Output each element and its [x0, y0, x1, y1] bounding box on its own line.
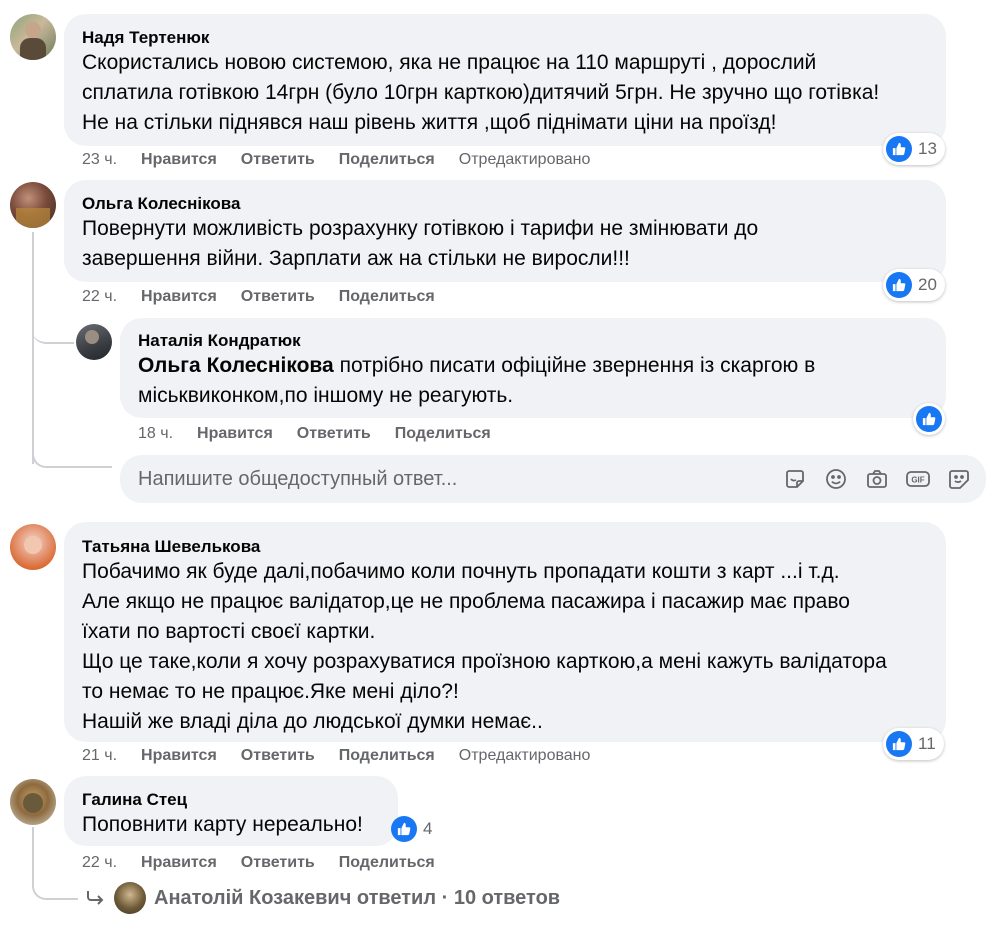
- comment-text: Скористались новою системою, яка не прац…: [82, 51, 880, 134]
- comment-text: Поповнити карту нереально!: [82, 813, 363, 836]
- reply-input-placeholder: Напишите общедоступный ответ...: [138, 468, 458, 490]
- edited-label[interactable]: Отредактировано: [459, 747, 591, 765]
- comment-text: Побачимо як буде далі,побачимо коли почн…: [82, 560, 887, 733]
- like-icon: [916, 406, 942, 432]
- avatar[interactable]: [10, 182, 56, 228]
- reaction-count-text: 11: [918, 734, 936, 753]
- reaction-count-text: 13: [918, 139, 937, 158]
- avatar[interactable]: [76, 324, 112, 360]
- reply-button[interactable]: Ответить: [241, 151, 315, 169]
- comment-author[interactable]: Надя Тертенюк: [82, 28, 209, 48]
- comment-actions: 18 ч. Нравится Ответить Поделиться: [138, 425, 515, 443]
- thread-connector: [32, 860, 78, 900]
- comment-actions: 23 ч. Нравится Ответить Поделиться Отред…: [82, 151, 614, 169]
- share-button[interactable]: Поделиться: [339, 151, 435, 169]
- reply-button[interactable]: Ответить: [241, 288, 315, 306]
- camera-icon[interactable]: [863, 465, 891, 493]
- mention-link[interactable]: Ольга Колеснікова: [138, 354, 334, 377]
- comment-time[interactable]: 21 ч.: [82, 747, 117, 765]
- comment-time[interactable]: 18 ч.: [138, 425, 173, 443]
- thread-line: [32, 232, 34, 464]
- like-button[interactable]: Нравится: [141, 854, 217, 872]
- reply-arrow-icon: [82, 886, 108, 910]
- comment-author[interactable]: Татьяна Шевелькова: [82, 537, 260, 557]
- share-button[interactable]: Поделиться: [339, 288, 435, 306]
- like-button[interactable]: Нравится: [141, 151, 217, 169]
- like-icon: [391, 816, 417, 842]
- comment-author[interactable]: Ольга Колеснікова: [82, 194, 240, 214]
- reaction-count[interactable]: 20: [883, 269, 945, 301]
- avatar-sticker-icon[interactable]: [945, 465, 973, 493]
- avatar[interactable]: [10, 524, 56, 570]
- share-button[interactable]: Поделиться: [395, 425, 491, 443]
- like-button[interactable]: Нравится: [141, 747, 217, 765]
- view-replies-link[interactable]: Анатолій Козакевич ответил · 10 ответов: [82, 882, 560, 914]
- svg-text:GIF: GIF: [911, 476, 924, 485]
- gif-icon[interactable]: GIF: [904, 465, 932, 493]
- share-button[interactable]: Поделиться: [339, 854, 435, 872]
- reaction-count[interactable]: 13: [883, 133, 945, 165]
- comment-actions: 21 ч. Нравится Ответить Поделиться Отред…: [82, 747, 614, 765]
- edited-label[interactable]: Отредактировано: [459, 151, 591, 169]
- like-icon: [886, 272, 912, 298]
- reaction-count[interactable]: [913, 403, 945, 435]
- like-icon: [886, 136, 912, 162]
- comment-time[interactable]: 22 ч.: [82, 288, 117, 306]
- comment-actions: 22 ч. Нравится Ответить Поделиться: [82, 854, 459, 872]
- avatar: [114, 882, 146, 914]
- comment-author[interactable]: Наталія Кондратюк: [138, 331, 301, 351]
- reaction-count-text: 20: [918, 275, 937, 294]
- avatar[interactable]: [10, 14, 56, 60]
- reaction-count[interactable]: 11: [883, 728, 944, 760]
- comment-time[interactable]: 23 ч.: [82, 151, 117, 169]
- avatar[interactable]: [10, 779, 56, 825]
- emoji-icon[interactable]: [822, 465, 850, 493]
- reply-button[interactable]: Ответить: [297, 425, 371, 443]
- sticker-icon[interactable]: [781, 465, 809, 493]
- comment-actions: 22 ч. Нравится Ответить Поделиться: [82, 288, 459, 306]
- reply-button[interactable]: Ответить: [241, 854, 315, 872]
- like-icon: [886, 731, 912, 757]
- like-button[interactable]: Нравится: [197, 425, 273, 443]
- comment-time[interactable]: 22 ч.: [82, 854, 117, 872]
- reaction-count[interactable]: 4: [388, 813, 440, 845]
- thread-connector: [32, 440, 112, 468]
- comment-author[interactable]: Галина Стец: [82, 790, 187, 810]
- view-replies-text: Анатолій Козакевич ответил · 10 ответов: [154, 886, 561, 909]
- comment-text: Повернути можливість розрахунку готівкою…: [82, 217, 759, 270]
- reply-button[interactable]: Ответить: [241, 747, 315, 765]
- like-button[interactable]: Нравится: [141, 288, 217, 306]
- share-button[interactable]: Поделиться: [339, 747, 435, 765]
- thread-connector: [32, 318, 74, 344]
- reaction-count-text: 4: [423, 819, 433, 838]
- comment-text: Ольга Колеснікова потрібно писати офіцій…: [138, 351, 938, 411]
